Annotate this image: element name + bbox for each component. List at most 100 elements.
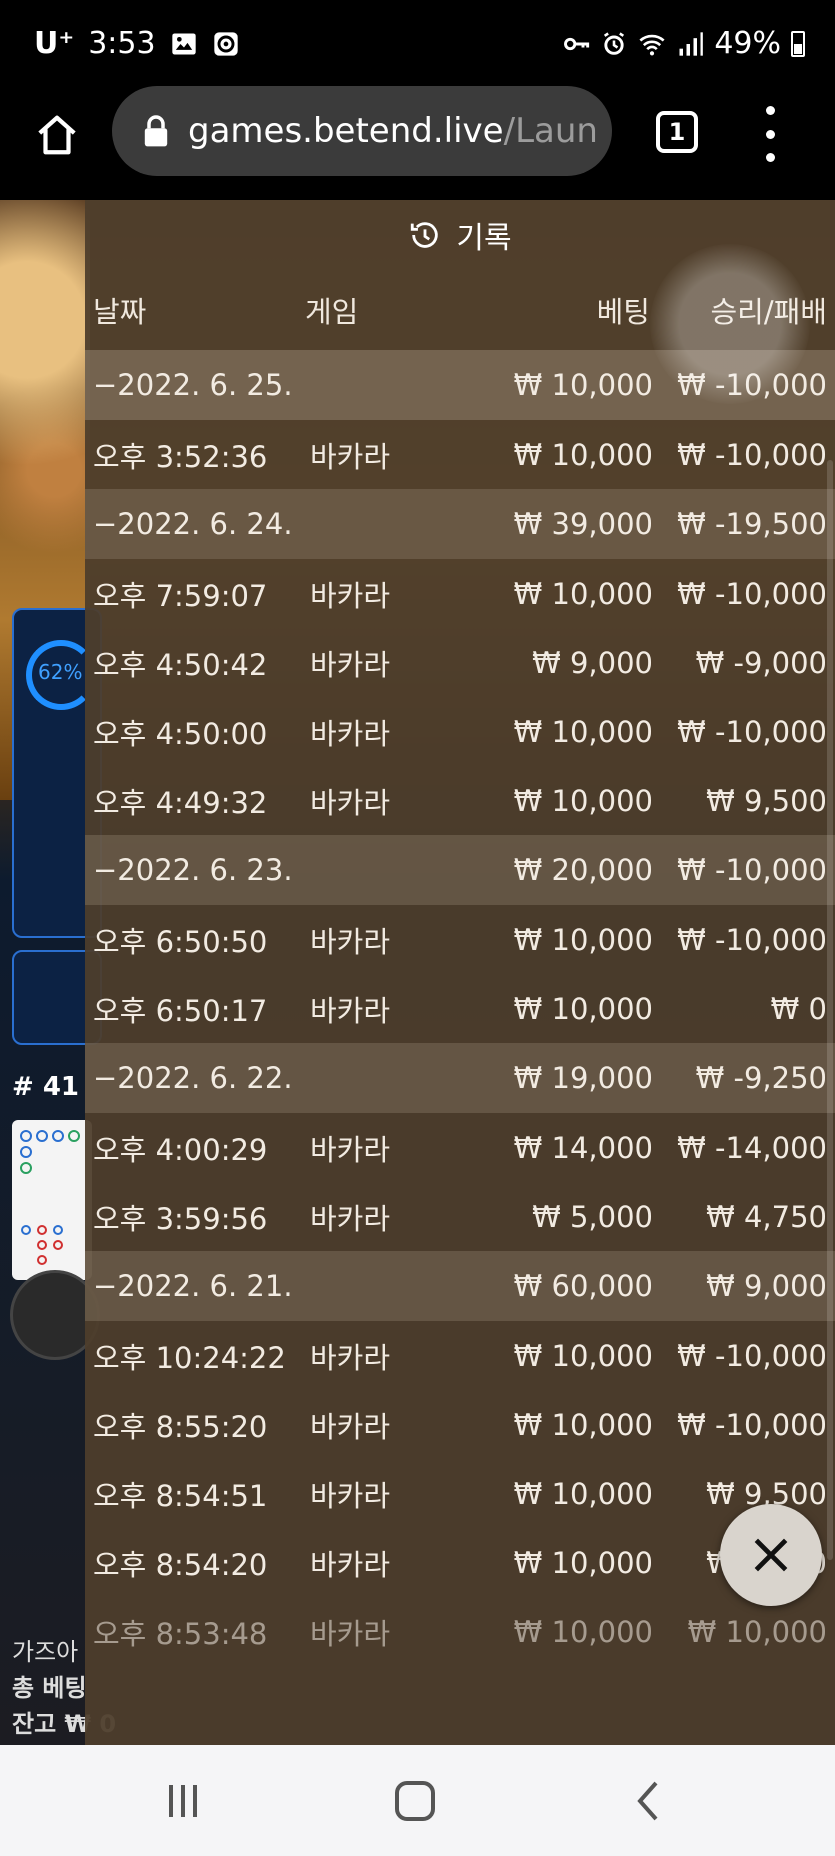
gallery-notification-icon <box>171 33 196 54</box>
system-nav-bar <box>0 1745 835 1856</box>
status-bar: U⁺ 3:53 49% <box>0 0 835 90</box>
status-left: U⁺ 3:53 <box>34 26 240 61</box>
tab-switcher-button[interactable]: 1 <box>656 111 698 153</box>
more-vert-icon[interactable] <box>760 106 780 162</box>
clock-time: 3:53 <box>88 26 156 61</box>
road-markers <box>20 1130 80 1265</box>
app-notification-icon <box>213 31 238 56</box>
row-game: 바카라 <box>310 1132 391 1167</box>
back-icon[interactable] <box>618 1773 678 1829</box>
row-game: 바카라 <box>310 1201 391 1236</box>
col-game[interactable]: 게임 <box>305 289 358 331</box>
history-entry-row: 오후 6:50:17 바카라 ₩ 10,000 ₩ 0 <box>85 974 835 1043</box>
balance-label: 잔고 <box>12 1710 57 1738</box>
row-win-loss: ₩ 4,750 <box>706 1199 827 1234</box>
row-date: 오후 8:53:48 <box>93 1616 268 1651</box>
history-entry-row: 오후 10:24:22 바카라 ₩ 10,000 ₩ -10,000 <box>85 1321 835 1390</box>
close-icon <box>754 1538 788 1572</box>
row-date: 오후 8:54:20 <box>93 1547 268 1582</box>
row-bet: ₩ 10,000 <box>513 1338 653 1373</box>
row-date: 오후 10:24:22 <box>93 1340 286 1375</box>
scrollbar[interactable] <box>827 460 833 1560</box>
total-bet-label: 총 베팅 <box>12 1674 87 1702</box>
row-game: 바카라 <box>310 1547 391 1582</box>
row-date: 오후 4:50:00 <box>93 716 268 751</box>
progress-label: 62% <box>38 660 83 684</box>
row-bet: ₩ 10,000 <box>513 1545 653 1580</box>
row-date: 오후 8:54:51 <box>93 1478 268 1513</box>
recents-icon[interactable] <box>153 1773 213 1829</box>
row-date: 오후 6:50:50 <box>93 924 268 959</box>
row-win-loss: ₩ -19,500 <box>677 507 827 541</box>
row-bet: ₩ 20,000 <box>513 853 653 887</box>
row-date: 오후 4:49:32 <box>93 785 268 820</box>
row-date: 오후 7:59:07 <box>93 578 268 613</box>
row-bet: ₩ 60,000 <box>513 1269 653 1303</box>
battery-percent: 49% <box>714 26 781 61</box>
row-date: 오후 4:50:42 <box>93 647 268 682</box>
history-panel: 기록 날짜 게임 베팅 승리/패배 −2022. 6. 25.₩ 10,000₩… <box>85 200 835 1745</box>
history-title: 기록 <box>456 221 512 256</box>
history-entry-row: 오후 4:50:00 바카라 ₩ 10,000 ₩ -10,000 <box>85 697 835 766</box>
history-entry-row: 오후 7:59:07 바카라 ₩ 10,000 ₩ -10,000 <box>85 559 835 628</box>
row-bet: ₩ 10,000 <box>513 714 653 749</box>
history-entry-row: 오후 3:52:36 바카라 ₩ 10,000 ₩ -10,000 <box>85 420 835 489</box>
home-icon[interactable] <box>34 112 80 158</box>
history-rows: −2022. 6. 25. ₩ 10,000 ₩ -10,000 오후 3:52:36… <box>85 350 835 1666</box>
close-button[interactable] <box>720 1504 822 1606</box>
address-bar[interactable]: games.betend.live/Laun <box>112 86 612 176</box>
col-bet[interactable]: 베팅 <box>597 289 650 331</box>
nav-home-icon[interactable] <box>385 1773 445 1829</box>
row-win-loss: ₩ -9,000 <box>695 645 827 680</box>
row-game: 바카라 <box>310 1409 391 1444</box>
row-game: 바카라 <box>310 647 391 682</box>
browser-toolbar: games.betend.live/Laun 1 <box>0 86 835 200</box>
row-date: −2022. 6. 25. <box>93 368 293 402</box>
touch-ripple <box>650 244 810 404</box>
history-date-group-row[interactable]: −2022. 6. 21. ₩ 60,000 ₩ 9,000 <box>85 1251 835 1321</box>
history-date-group-row[interactable]: −2022. 6. 24. ₩ 39,000 ₩ -19,500 <box>85 489 835 559</box>
row-win-loss: ₩ -10,000 <box>677 437 827 472</box>
row-win-loss: ₩ 9,000 <box>706 1269 827 1303</box>
row-game: 바카라 <box>310 993 391 1028</box>
history-entry-row: 오후 3:59:56 바카라 ₩ 5,000 ₩ 4,750 <box>85 1182 835 1251</box>
url-text: games.betend.live/Laun <box>188 111 598 151</box>
status-right: 49% <box>562 26 805 61</box>
row-game: 바카라 <box>310 439 391 474</box>
row-game: 바카라 <box>310 924 391 959</box>
row-win-loss: ₩ -10,000 <box>677 576 827 611</box>
row-bet: ₩ 10,000 <box>513 1614 653 1649</box>
row-date: 오후 3:59:56 <box>93 1201 268 1236</box>
row-bet: ₩ 14,000 <box>513 1130 653 1165</box>
history-entry-row: 오후 8:54:51 바카라 ₩ 10,000 ₩ 9,500 <box>85 1459 835 1528</box>
round-number: # 41 <box>12 1072 80 1102</box>
row-date: 오후 3:52:36 <box>93 439 268 474</box>
history-entry-row: 오후 4:49:32 바카라 ₩ 10,000 ₩ 9,500 <box>85 766 835 835</box>
row-win-loss: ₩ -10,000 <box>677 922 827 957</box>
row-win-loss: ₩ -9,250 <box>695 1061 827 1095</box>
row-win-loss: ₩ -10,000 <box>677 853 827 887</box>
row-date: 오후 6:50:17 <box>93 993 268 1028</box>
history-entry-row: 오후 4:50:42 바카라 ₩ 9,000 ₩ -9,000 <box>85 628 835 697</box>
row-bet: ₩ 10,000 <box>513 783 653 818</box>
history-entry-row: 오후 8:55:20 바카라 ₩ 10,000 ₩ -10,000 <box>85 1390 835 1459</box>
history-entry-row: 오후 6:50:50 바카라 ₩ 10,000 ₩ -10,000 <box>85 905 835 974</box>
row-bet: ₩ 10,000 <box>513 576 653 611</box>
row-bet: ₩ 5,000 <box>532 1199 653 1234</box>
row-win-loss: ₩ -10,000 <box>677 1338 827 1373</box>
row-win-loss: ₩ -10,000 <box>677 1407 827 1442</box>
row-win-loss: ₩ -14,000 <box>677 1130 827 1165</box>
row-date: −2022. 6. 23. <box>93 853 293 887</box>
row-game: 바카라 <box>310 716 391 751</box>
history-date-group-row[interactable]: −2022. 6. 23. ₩ 20,000 ₩ -10,000 <box>85 835 835 905</box>
signal-icon <box>679 31 704 56</box>
lock-icon <box>144 115 168 147</box>
bead-road <box>12 1120 92 1280</box>
row-bet: ₩ 10,000 <box>513 368 653 402</box>
row-date: −2022. 6. 22. <box>93 1061 293 1095</box>
row-bet: ₩ 10,000 <box>513 1407 653 1442</box>
url-path: /Laun <box>503 111 598 151</box>
history-date-group-row[interactable]: −2022. 6. 22. ₩ 19,000 ₩ -9,250 <box>85 1043 835 1113</box>
battery-icon <box>791 30 805 57</box>
col-date[interactable]: 날짜 <box>93 289 146 331</box>
